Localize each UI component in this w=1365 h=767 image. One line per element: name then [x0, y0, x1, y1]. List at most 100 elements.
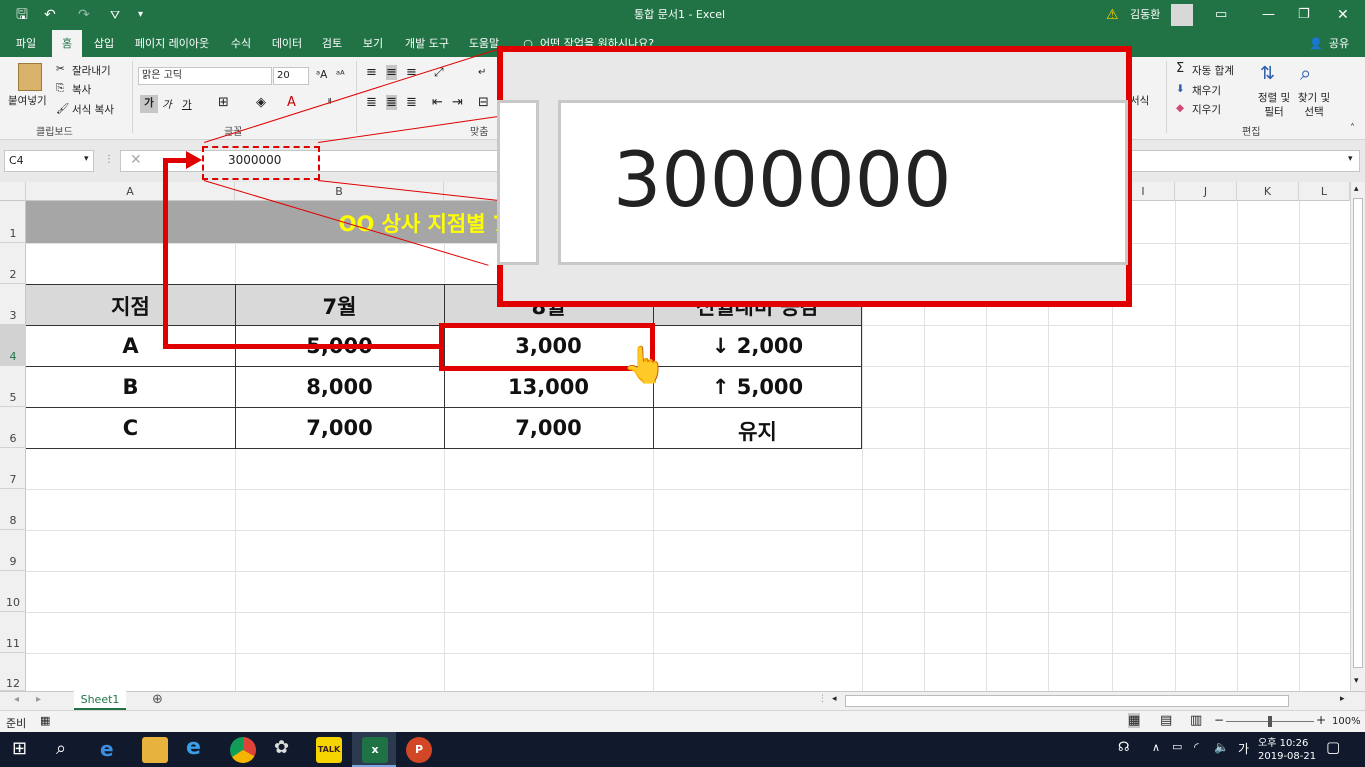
ime-indicator[interactable]: 가 [1238, 740, 1249, 757]
zoom-level[interactable]: 100% [1332, 716, 1361, 727]
eraser-icon[interactable]: ◆ [1176, 102, 1184, 114]
expand-formula-icon[interactable]: ▾ [1348, 154, 1353, 164]
center-align-icon[interactable]: ≣ [386, 95, 397, 110]
table-cell[interactable]: ↑ 5,000 [653, 375, 862, 399]
cancel-icon[interactable]: ✕ [130, 152, 142, 168]
tab-file[interactable]: 파일 [6, 30, 46, 57]
column-header-l[interactable]: L [1299, 182, 1350, 201]
prev-sheet-icon[interactable]: ◂ [14, 694, 19, 705]
minimize-icon[interactable]: — [1262, 0, 1275, 30]
notification-icon[interactable]: ▢ [1326, 738, 1340, 756]
kakaotalk-icon[interactable]: TALK [316, 737, 342, 763]
table-cell[interactable]: 7,000 [444, 416, 653, 440]
split-handle-icon[interactable]: ⋮ [818, 694, 827, 704]
left-align-icon[interactable]: ≣ [366, 95, 377, 110]
grow-font-icon[interactable]: ᵃA [316, 69, 327, 81]
table-cell[interactable]: 8,000 [235, 375, 444, 399]
share-button[interactable]: 공유 [1324, 30, 1354, 57]
fill-button[interactable]: 채우기 [1192, 83, 1221, 98]
clock-date[interactable]: 2019-08-21 [1258, 751, 1316, 762]
name-box[interactable]: C4 [4, 150, 94, 172]
search-icon[interactable]: ⌕ [56, 738, 66, 759]
sort-filter-icon[interactable]: ⇅ [1260, 63, 1275, 84]
macro-record-icon[interactable]: ▦ [40, 714, 50, 727]
row-header[interactable]: 1 [0, 201, 26, 243]
volume-icon[interactable]: 🔈 [1214, 740, 1229, 754]
format-painter-icon[interactable]: 🖌 [56, 102, 69, 115]
file-explorer-icon[interactable] [142, 737, 168, 763]
quick-access-menu-icon[interactable]: ▾ [138, 0, 143, 30]
tab-developer[interactable]: 개발 도구 [398, 30, 456, 57]
autosum-button[interactable]: 자동 합계 [1192, 63, 1234, 78]
zoom-slider-thumb[interactable] [1268, 716, 1272, 727]
row-header[interactable]: 2 [0, 243, 26, 284]
scroll-left-icon[interactable]: ◂ [832, 694, 837, 704]
paste-icon[interactable] [18, 63, 42, 91]
avatar[interactable] [1171, 4, 1193, 26]
bold-button[interactable]: 가 [140, 95, 158, 113]
increase-indent-icon[interactable]: ⇥ [452, 95, 463, 110]
top-align-icon[interactable]: ≡ [366, 65, 377, 80]
normal-view-icon[interactable]: ▦ [1128, 713, 1141, 728]
row-header[interactable]: 11 [0, 612, 26, 653]
close-icon[interactable]: ✕ [1337, 0, 1349, 30]
undo-icon[interactable]: ↶ [44, 0, 56, 30]
sheet-tab[interactable]: Sheet1 [74, 691, 126, 710]
sort-filter-button[interactable]: 정렬 및 필터 [1254, 91, 1294, 119]
cut-button[interactable]: 잘라내기 [72, 63, 111, 78]
filter-icon[interactable]: ⛛ [110, 0, 120, 30]
tab-home[interactable]: 홈 [52, 30, 82, 57]
fill-color-icon[interactable]: ◈ [256, 95, 266, 110]
table-cell[interactable]: 7,000 [235, 416, 444, 440]
app-icon[interactable]: ✿ [274, 737, 289, 758]
tab-review[interactable]: 검토 [316, 30, 348, 57]
middle-align-icon[interactable]: ≡ [386, 65, 397, 80]
page-break-view-icon[interactable]: ▥ [1190, 713, 1202, 728]
border-icon[interactable]: ⊞ [218, 95, 229, 110]
save-icon[interactable]: 🖫 [16, 0, 28, 30]
font-size-select[interactable]: 20 [273, 67, 309, 85]
row-header[interactable]: 10 [0, 571, 26, 612]
italic-button[interactable]: 가 [162, 97, 172, 112]
wrap-text-icon[interactable]: ↵ [478, 67, 486, 78]
find-select-button[interactable]: 찾기 및 선택 [1294, 91, 1334, 119]
row-header[interactable]: 3 [0, 284, 26, 325]
row-header[interactable]: 4 [0, 325, 26, 366]
battery-icon[interactable]: ▭ [1172, 740, 1182, 753]
scroll-up-icon[interactable]: ▴ [1354, 184, 1359, 194]
redo-icon[interactable]: ↷ [78, 0, 90, 30]
page-layout-view-icon[interactable]: ▤ [1160, 713, 1172, 728]
zoom-out-icon[interactable]: − [1214, 713, 1224, 727]
font-color-icon[interactable]: A [287, 95, 296, 110]
scroll-down-icon[interactable]: ▾ [1354, 676, 1359, 686]
row-header[interactable]: 6 [0, 407, 26, 448]
decrease-indent-icon[interactable]: ⇤ [432, 95, 443, 110]
format-painter-button[interactable]: 서식 복사 [72, 102, 114, 117]
select-all-corner[interactable] [0, 182, 26, 201]
table-cell[interactable]: C [26, 416, 235, 440]
header-july[interactable]: 7월 [235, 291, 444, 321]
powerpoint-icon[interactable]: P [406, 737, 432, 763]
next-sheet-icon[interactable]: ▸ [36, 694, 41, 705]
right-align-icon[interactable]: ≣ [406, 95, 417, 110]
internet-explorer-icon[interactable]: e [186, 735, 201, 760]
vertical-scrollbar[interactable]: ▴ ▾ [1350, 182, 1365, 691]
paste-button[interactable]: 붙여넣기 [8, 93, 47, 108]
horizontal-scrollbar[interactable] [845, 695, 1289, 707]
chrome-icon[interactable] [230, 737, 256, 763]
scroll-right-icon[interactable]: ▸ [1340, 694, 1345, 704]
font-name-select[interactable]: 맑은 고딕 [138, 67, 272, 85]
find-select-icon[interactable]: ⌕ [1300, 61, 1311, 85]
row-header[interactable]: 7 [0, 448, 26, 489]
collapse-ribbon-icon[interactable]: ˄ [1350, 123, 1355, 134]
column-header-k[interactable]: K [1237, 182, 1299, 201]
header-branch[interactable]: 지점 [26, 291, 235, 321]
tab-page-layout[interactable]: 페이지 레이아웃 [128, 30, 216, 57]
zoom-in-icon[interactable]: + [1316, 713, 1326, 727]
copy-button[interactable]: 복사 [72, 82, 91, 97]
column-header-j[interactable]: J [1175, 182, 1237, 201]
clear-button[interactable]: 지우기 [1192, 102, 1221, 117]
add-sheet-icon[interactable]: ⊕ [152, 692, 163, 707]
copy-icon[interactable]: ⎘ [56, 82, 64, 95]
row-header[interactable]: 12 [0, 653, 26, 691]
